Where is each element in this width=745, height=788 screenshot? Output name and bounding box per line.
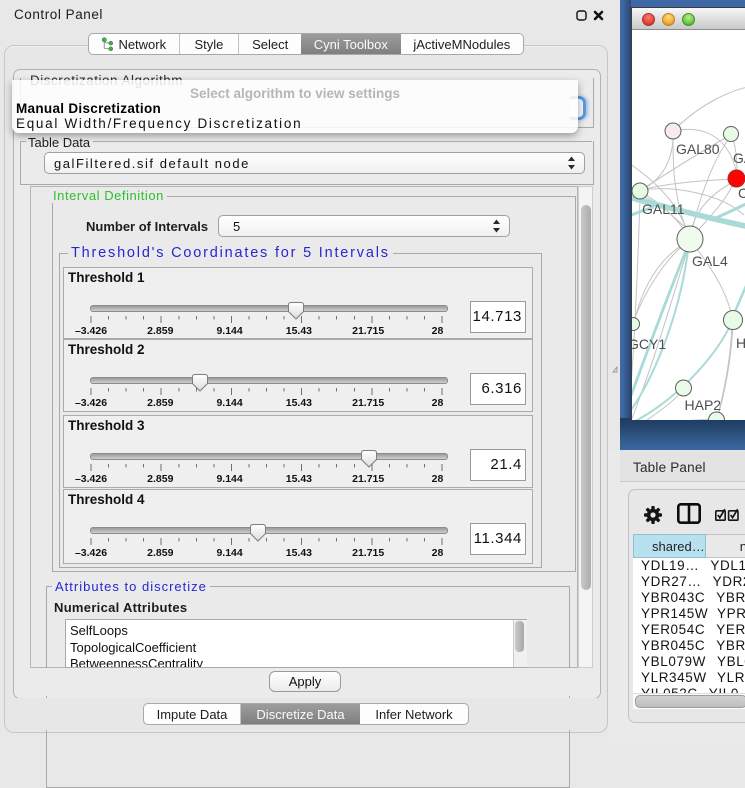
svg-text:C: C: [738, 185, 745, 201]
svg-text:GAL4: GAL4: [692, 253, 728, 269]
svg-text:GAL80: GAL80: [676, 141, 720, 157]
svg-text:GAL11: GAL11: [642, 201, 685, 217]
svg-text:H: H: [736, 335, 745, 351]
svg-text:GA: GA: [733, 150, 745, 166]
svg-text:HAP2: HAP2: [685, 397, 722, 413]
svg-text:GCY1: GCY1: [632, 336, 666, 352]
